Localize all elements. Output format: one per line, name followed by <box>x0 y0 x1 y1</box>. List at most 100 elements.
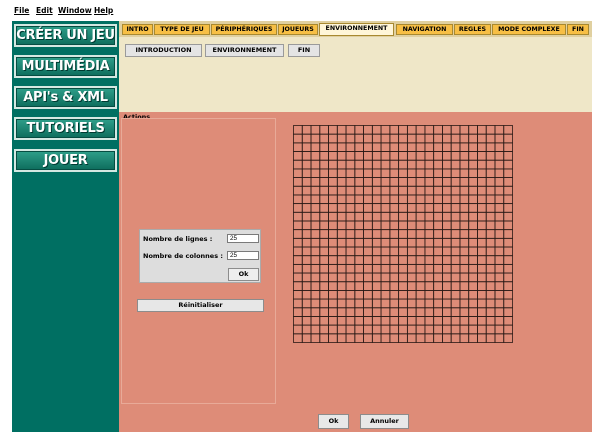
grid-cell[interactable] <box>328 151 338 161</box>
grid-cell[interactable] <box>371 237 382 248</box>
grid-cell[interactable] <box>442 142 452 152</box>
grid-cell[interactable] <box>301 133 312 144</box>
grid-cell[interactable] <box>477 281 487 291</box>
grid-cell[interactable] <box>415 255 426 265</box>
subtab-fin[interactable]: FIN <box>288 44 320 57</box>
grid-cell[interactable] <box>468 237 478 248</box>
grid-cell[interactable] <box>477 211 487 222</box>
grid-cell[interactable] <box>301 194 312 205</box>
grid-cell[interactable] <box>459 159 470 170</box>
grid-cell[interactable] <box>503 220 513 231</box>
grid-cell[interactable] <box>389 281 400 291</box>
grid-cell[interactable] <box>380 307 391 317</box>
grid-cell[interactable] <box>406 220 417 231</box>
grid-cell[interactable] <box>406 229 417 239</box>
grid-cell[interactable] <box>406 203 417 213</box>
grid-cell[interactable] <box>293 246 303 257</box>
grid-cell[interactable] <box>415 272 426 283</box>
grid-cell[interactable] <box>336 237 347 248</box>
grid-cell[interactable] <box>459 125 470 135</box>
grid-cell[interactable] <box>328 272 338 283</box>
grid-cell[interactable] <box>371 229 382 239</box>
grid-cell[interactable] <box>345 185 356 196</box>
grid-cell[interactable] <box>336 298 347 309</box>
grid-cell[interactable] <box>319 177 329 187</box>
grid-cell[interactable] <box>485 194 496 205</box>
grid-cell[interactable] <box>503 203 513 213</box>
grid-cell[interactable] <box>406 298 417 309</box>
menu-edit[interactable]: Edit <box>36 6 53 15</box>
grid-cell[interactable] <box>363 272 373 283</box>
grid-cell[interactable] <box>406 272 417 283</box>
grid-cell[interactable] <box>301 142 312 152</box>
grid-cell[interactable] <box>442 159 452 170</box>
grid-cell[interactable] <box>485 203 496 213</box>
grid-cell[interactable] <box>301 333 312 343</box>
grid-cell[interactable] <box>424 142 435 152</box>
grid-cell[interactable] <box>301 307 312 317</box>
grid-cell[interactable] <box>371 263 382 274</box>
grid-cell[interactable] <box>494 246 505 257</box>
footer-ok-button[interactable]: Ok <box>318 414 349 429</box>
grid-cell[interactable] <box>310 324 321 335</box>
grid-cell[interactable] <box>485 307 496 317</box>
grid-cell[interactable] <box>336 133 347 144</box>
grid-cell[interactable] <box>328 133 338 144</box>
grid-cell[interactable] <box>389 255 400 265</box>
grid-cell[interactable] <box>363 246 373 257</box>
grid-cell[interactable] <box>450 255 461 265</box>
tab-fin[interactable]: FIN <box>567 24 589 35</box>
grid-cell[interactable] <box>354 125 364 135</box>
grid-cell[interactable] <box>406 211 417 222</box>
grid-cell[interactable] <box>503 281 513 291</box>
grid-cell[interactable] <box>319 255 329 265</box>
grid-cell[interactable] <box>371 246 382 257</box>
grid-cell[interactable] <box>319 211 329 222</box>
grid-cell[interactable] <box>442 185 452 196</box>
grid-cell[interactable] <box>345 307 356 317</box>
grid-cell[interactable] <box>398 324 408 335</box>
grid-cell[interactable] <box>442 333 452 343</box>
grid-cell[interactable] <box>459 272 470 283</box>
grid-cell[interactable] <box>389 316 400 326</box>
grid-cell[interactable] <box>345 237 356 248</box>
grid-cell[interactable] <box>380 229 391 239</box>
grid-cell[interactable] <box>485 142 496 152</box>
grid-cell[interactable] <box>310 125 321 135</box>
grid-cell[interactable] <box>450 177 461 187</box>
grid-cell[interactable] <box>406 168 417 178</box>
grid-cell[interactable] <box>328 324 338 335</box>
grid-cell[interactable] <box>503 229 513 239</box>
grid-cell[interactable] <box>477 159 487 170</box>
grid-cell[interactable] <box>363 185 373 196</box>
grid-cell[interactable] <box>406 133 417 144</box>
grid-cell[interactable] <box>450 125 461 135</box>
grid-cell[interactable] <box>503 211 513 222</box>
grid-cell[interactable] <box>442 151 452 161</box>
grid-cell[interactable] <box>398 246 408 257</box>
grid-cell[interactable] <box>503 324 513 335</box>
grid-cell[interactable] <box>433 263 443 274</box>
grid-cell[interactable] <box>424 177 435 187</box>
grid-cell[interactable] <box>336 125 347 135</box>
grid-cell[interactable] <box>328 290 338 300</box>
grid-cell[interactable] <box>494 211 505 222</box>
grid-cell[interactable] <box>345 255 356 265</box>
grid-cell[interactable] <box>301 125 312 135</box>
grid-cell[interactable] <box>380 290 391 300</box>
grid-cell[interactable] <box>328 246 338 257</box>
grid-cell[interactable] <box>468 142 478 152</box>
grid-cell[interactable] <box>406 316 417 326</box>
grid-cell[interactable] <box>485 229 496 239</box>
grid-cell[interactable] <box>328 159 338 170</box>
grid-cell[interactable] <box>354 211 364 222</box>
grid-cell[interactable] <box>398 133 408 144</box>
grid-cell[interactable] <box>415 151 426 161</box>
grid-cell[interactable] <box>336 185 347 196</box>
grid-cell[interactable] <box>442 281 452 291</box>
grid-cell[interactable] <box>450 168 461 178</box>
grid-cell[interactable] <box>477 185 487 196</box>
grid-cell[interactable] <box>442 237 452 248</box>
grid-cell[interactable] <box>442 316 452 326</box>
grid-cell[interactable] <box>459 185 470 196</box>
